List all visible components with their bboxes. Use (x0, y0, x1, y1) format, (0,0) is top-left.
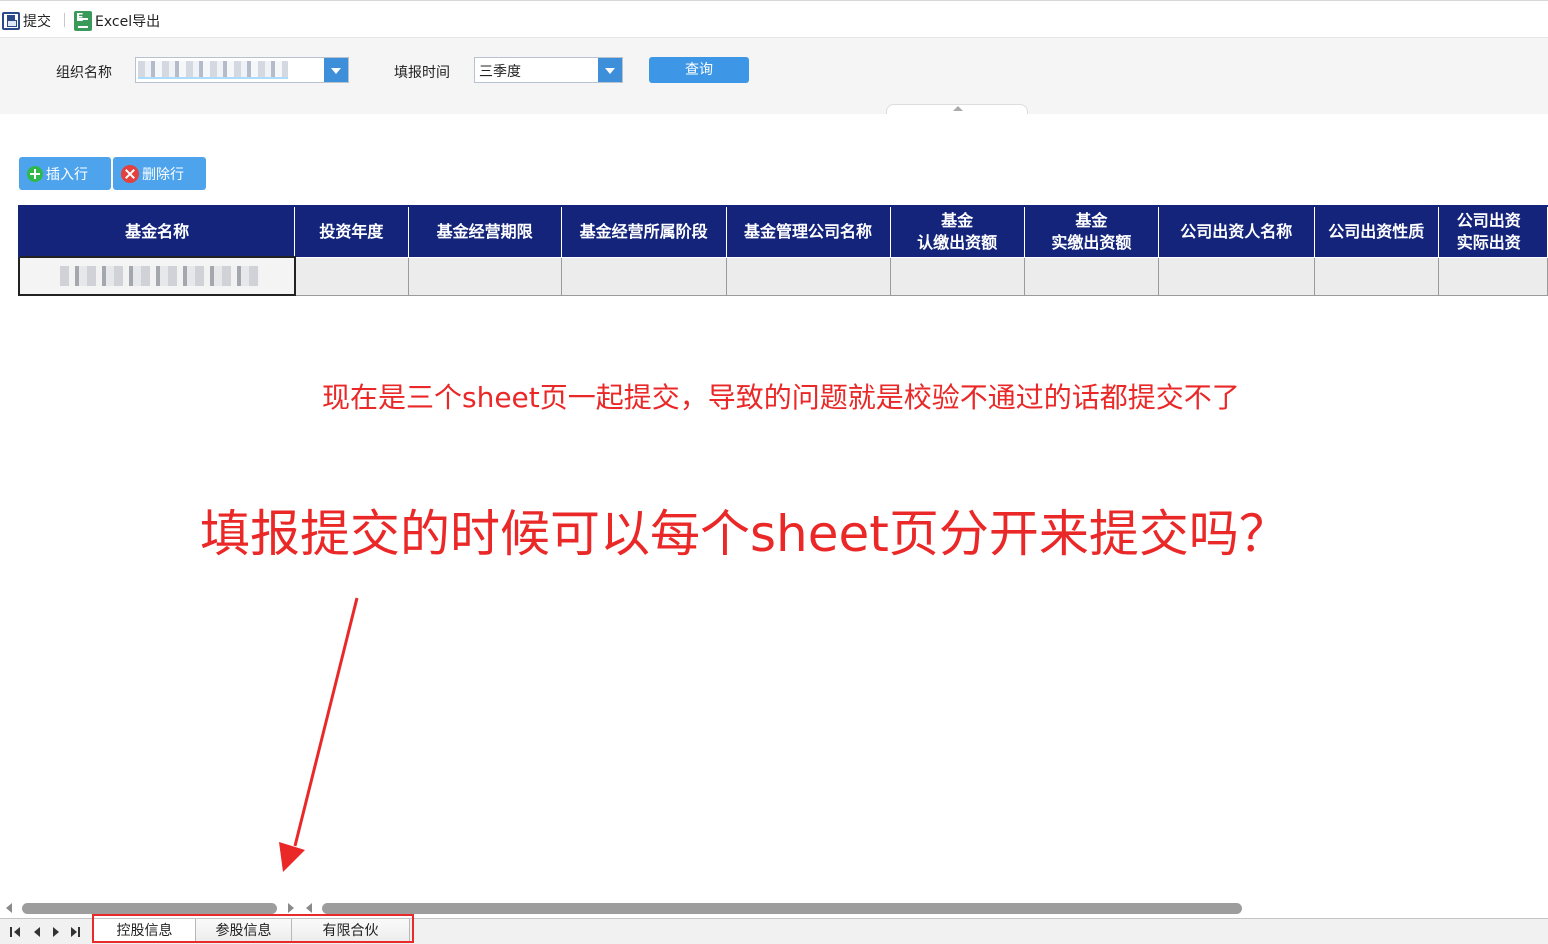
sheet-tab-scroll-thumb[interactable] (22, 903, 277, 914)
annotation-arrow (279, 597, 359, 872)
table-scroll-thumb[interactable] (322, 903, 1242, 914)
scroll-left-icon[interactable] (306, 903, 312, 913)
first-sheet-icon[interactable] (10, 925, 26, 939)
next-sheet-icon[interactable] (50, 925, 66, 939)
scroll-right-icon[interactable] (288, 903, 294, 913)
annotation-highlight-box (92, 914, 414, 943)
last-sheet-icon[interactable] (68, 925, 84, 939)
report-fill-page: 提交 Excel导出 组织名称 填报时间 三季度 查询 插入行 删除行 (0, 0, 1548, 944)
prev-sheet-icon[interactable] (32, 925, 48, 939)
scroll-left-icon[interactable] (6, 903, 12, 913)
